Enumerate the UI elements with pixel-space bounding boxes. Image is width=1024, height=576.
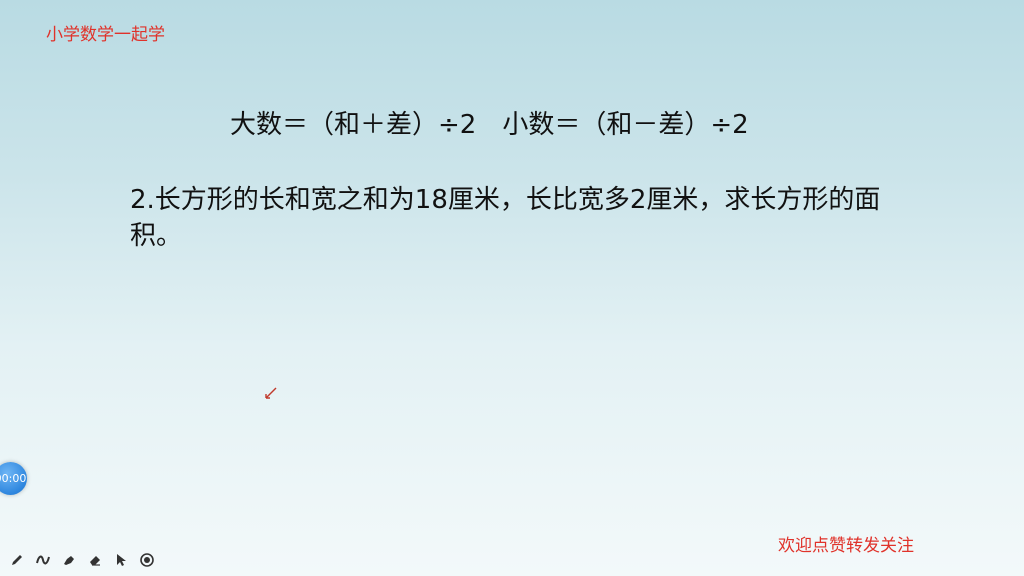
formula-line: 大数＝（和＋差）÷2 小数＝（和－差）÷2 <box>230 104 749 141</box>
highlighter-icon[interactable] <box>60 551 78 569</box>
pen-icon[interactable] <box>8 551 26 569</box>
record-icon[interactable] <box>138 551 156 569</box>
formula-small-number: 小数＝（和－差）÷2 <box>502 110 749 140</box>
formula-big-number: 大数＝（和＋差）÷2 <box>230 110 477 140</box>
slide-canvas: 小学数学一起学 大数＝（和＋差）÷2 小数＝（和－差）÷2 2.长方形的长和宽之和… <box>0 0 1024 576</box>
footer-cta: 欢迎点赞转发关注 <box>778 536 914 556</box>
pointer-icon[interactable] <box>112 551 130 569</box>
channel-brand: 小学数学一起学 <box>46 25 165 45</box>
mouse-cursor-icon <box>264 385 278 399</box>
curve-icon[interactable] <box>34 551 52 569</box>
annotation-toolbar <box>8 550 156 570</box>
timer-button[interactable]: 00:00 <box>0 462 27 495</box>
problem-text: 2.长方形的长和宽之和为18厘米，长比宽多2厘米，求长方形的面积。 <box>130 185 881 251</box>
eraser-icon[interactable] <box>86 551 104 569</box>
